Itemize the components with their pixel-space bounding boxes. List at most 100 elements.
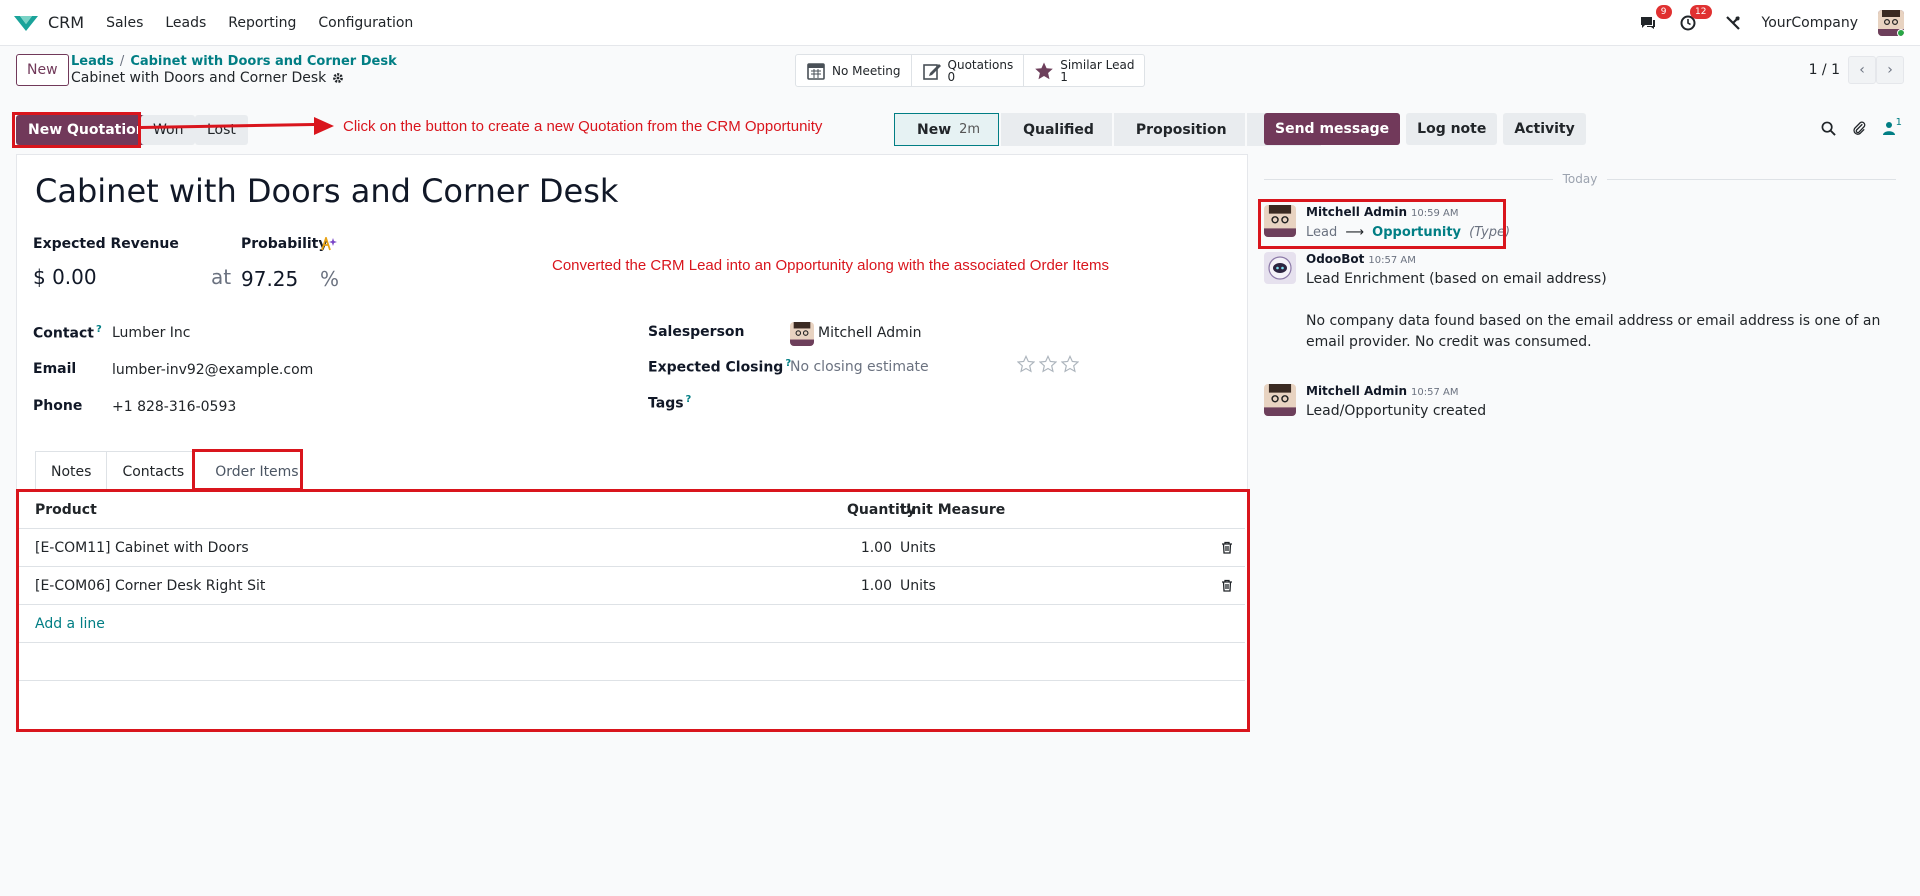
- probability-at-label: at: [211, 265, 232, 289]
- tab-notes[interactable]: Notes: [35, 451, 108, 491]
- crm-logo-icon[interactable]: [12, 13, 40, 33]
- contact-label: Contact?: [33, 324, 102, 342]
- email-field[interactable]: lumber-inv92@example.com: [112, 362, 313, 378]
- pager: 1 / 1 ‹ ›: [1809, 56, 1904, 84]
- activities-button[interactable]: 12: [1678, 5, 1712, 33]
- stage-proposition[interactable]: Proposition: [1113, 113, 1245, 146]
- probability-percent: %: [320, 267, 340, 291]
- star-icon: [1035, 62, 1054, 79]
- tags-label-text: Tags: [648, 395, 684, 412]
- separator-line: [1264, 178, 1553, 180]
- stage-new-duration: 2m: [959, 122, 981, 137]
- probability-label: Probability: [241, 236, 328, 252]
- activity-button[interactable]: Activity: [1503, 113, 1586, 145]
- meeting-label: No Meeting: [832, 63, 901, 78]
- edit-icon: [922, 63, 941, 80]
- messages-badge: 9: [1655, 5, 1672, 19]
- breadcrumb-leads[interactable]: Leads: [71, 54, 114, 69]
- tags-label: Tags?: [648, 394, 691, 412]
- pager-next-button[interactable]: ›: [1876, 56, 1904, 84]
- star-outline-icon[interactable]: [1017, 355, 1035, 373]
- salesperson-field[interactable]: Mitchell Admin: [818, 325, 922, 341]
- search-icon[interactable]: [1821, 121, 1836, 136]
- debug-tools-button[interactable]: [1724, 14, 1742, 32]
- record-name: Cabinet with Doors and Corner Desk: [71, 70, 344, 86]
- odoobot-icon: [1264, 252, 1296, 284]
- star-outline-icon[interactable]: [1061, 355, 1079, 373]
- menu-sales[interactable]: Sales: [106, 15, 143, 31]
- menu-reporting[interactable]: Reporting: [228, 15, 296, 31]
- gear-icon[interactable]: [332, 72, 344, 84]
- stage-new-label: New: [917, 121, 952, 138]
- expected-closing-field[interactable]: No closing estimate: [790, 359, 929, 375]
- form-sheet: Cabinet with Doors and Corner Desk Expec…: [16, 154, 1250, 732]
- stage-new[interactable]: New 2m: [894, 113, 1000, 146]
- record-name-text: Cabinet with Doors and Corner Desk: [71, 70, 327, 86]
- similar-lead-label: Similar Lead: [1060, 57, 1135, 72]
- odoobot-avatar[interactable]: [1264, 252, 1296, 284]
- author-name[interactable]: Mitchell Admin: [1306, 384, 1407, 398]
- online-status-dot: [1897, 29, 1904, 36]
- pager-previous-button[interactable]: ‹: [1848, 56, 1876, 84]
- star-outline-icon[interactable]: [1039, 355, 1057, 373]
- expected-revenue-field[interactable]: $ 0.00: [33, 265, 97, 289]
- paperclip-icon[interactable]: [1852, 120, 1867, 136]
- chatter-message: Mitchell Admin 10:57 AM Lead/Opportunity …: [1264, 384, 1486, 422]
- message-line: Lead Enrichment (based on email address): [1306, 271, 1607, 287]
- similar-lead-count: 1: [1060, 69, 1068, 84]
- chatter-message: OdooBot 10:57 AM Lead Enrichment (based o…: [1264, 252, 1896, 353]
- meeting-smart-button[interactable]: No Meeting: [796, 55, 912, 86]
- ai-sparkle-icon[interactable]: [321, 237, 337, 251]
- pager-value[interactable]: 1 / 1: [1809, 62, 1840, 78]
- menu-leads[interactable]: Leads: [165, 15, 206, 31]
- phone-field[interactable]: +1 828-316-0593: [112, 399, 236, 415]
- breadcrumb-record[interactable]: Cabinet with Doors and Corner Desk: [130, 54, 396, 69]
- today-label: Today: [1562, 172, 1598, 186]
- company-switcher[interactable]: YourCompany: [1762, 15, 1859, 31]
- chat-icon: [1640, 17, 1655, 29]
- contact-help-icon[interactable]: ?: [96, 324, 102, 335]
- contact-field[interactable]: Lumber Inc: [112, 325, 190, 341]
- breadcrumb: Leads / Cabinet with Doors and Corner Desk: [71, 54, 397, 69]
- highlight-type-change-message: [1258, 199, 1506, 249]
- user-face-icon: [790, 322, 814, 346]
- send-message-button[interactable]: Send message: [1264, 113, 1401, 145]
- tab-contacts[interactable]: Contacts: [106, 451, 201, 491]
- message-time: 10:57 AM: [1411, 387, 1459, 398]
- message-line: No company data found based on the email…: [1306, 313, 1881, 350]
- menu-configuration[interactable]: Configuration: [318, 15, 413, 31]
- stage-qualified[interactable]: Qualified: [1001, 113, 1112, 146]
- tags-help-icon[interactable]: ?: [686, 394, 692, 405]
- new-record-button[interactable]: New: [16, 54, 69, 86]
- probability-field[interactable]: 97.25: [241, 267, 298, 291]
- message-author: Mitchell Admin 10:57 AM: [1306, 384, 1486, 398]
- author-avatar[interactable]: [1264, 384, 1296, 416]
- followers-button[interactable]: 1: [1882, 117, 1902, 135]
- messages-button[interactable]: 9: [1638, 5, 1672, 33]
- message-body: Lead Enrichment (based on email address)…: [1306, 269, 1896, 353]
- chevron-left-icon: ‹: [1859, 62, 1865, 78]
- breadcrumb-separator: /: [119, 54, 125, 69]
- user-avatar[interactable]: [1878, 10, 1904, 36]
- quotations-count: 0: [947, 69, 956, 84]
- control-panel: New Leads / Cabinet with Doors and Corner …: [0, 46, 1920, 102]
- annotation-converted-hint: Converted the CRM Lead into an Opportuni…: [552, 257, 1109, 274]
- opportunity-title[interactable]: Cabinet with Doors and Corner Desk: [35, 172, 618, 210]
- user-icon: [1882, 122, 1895, 135]
- similar-lead-smart-button[interactable]: Similar Lead 1: [1024, 55, 1144, 86]
- calendar-icon: [807, 62, 825, 80]
- highlight-new-quotation: [12, 112, 141, 148]
- quotations-smart-button[interactable]: Quotations 0: [912, 55, 1025, 86]
- app-name[interactable]: CRM: [48, 13, 84, 32]
- quotations-label: Quotations: [947, 57, 1014, 72]
- similar-lead-text: Similar Lead 1: [1060, 59, 1134, 83]
- author-name[interactable]: OdooBot: [1306, 252, 1364, 266]
- lost-button[interactable]: Lost: [195, 115, 248, 145]
- message-content: OdooBot 10:57 AM Lead Enrichment (based o…: [1306, 252, 1896, 353]
- log-note-button[interactable]: Log note: [1406, 113, 1498, 145]
- won-button[interactable]: Won: [141, 115, 196, 145]
- date-separator: Today: [1264, 172, 1896, 186]
- quotations-text: Quotations 0: [948, 59, 1014, 83]
- stage-statusbar: New 2m Qualified Proposition Won: [894, 113, 1323, 146]
